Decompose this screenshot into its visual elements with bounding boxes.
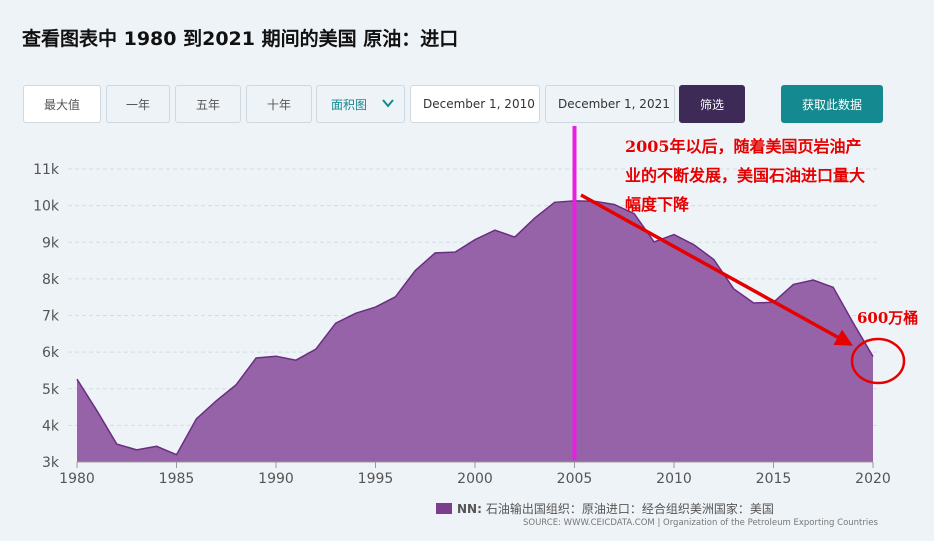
legend-series-label: 石油输出国组织：原油进口：经合组织美洲国家：美国	[485, 502, 774, 516]
x-tick-label: 1985	[159, 471, 195, 487]
legend: NN: 石油输出国组织：原油进口：经合组织美洲国家：美国	[436, 500, 774, 517]
y-tick-label: 5k	[42, 382, 60, 398]
y-tick-label: 9k	[42, 235, 60, 251]
annotation-note-line: 业的不断发展，美国石油进口量大	[625, 166, 865, 185]
y-tick-label: 8k	[42, 272, 60, 288]
x-tick-label: 1995	[358, 471, 394, 487]
y-tick-label: 11k	[33, 162, 60, 178]
x-tick-label: 1990	[258, 471, 294, 487]
annotation-note-line: 2005年以后，随着美国页岩油产	[625, 137, 862, 156]
y-axis-ticks: 3k 4k 5k 6k 7k 8k 9k 10k 11k	[33, 162, 60, 471]
annotation-circle-label: 600万桶	[857, 309, 918, 327]
y-tick-label: 6k	[42, 345, 60, 361]
annotation-note: 2005年以后，随着美国页岩油产业的不断发展，美国石油进口量大幅度下降	[625, 137, 865, 214]
y-tick-label: 10k	[33, 199, 60, 215]
y-tick-label: 4k	[42, 418, 60, 434]
y-tick-label: 3k	[42, 455, 60, 471]
x-tick-label: 2010	[656, 471, 692, 487]
chart: 3k 4k 5k 6k 7k 8k 9k 10k 11k 1980 1985 1990 1995 200…	[33, 126, 918, 487]
x-axis-ticks: 1980 1985 1990 1995 2000 2005 2010 2015 2020	[59, 461, 891, 487]
x-tick-label: 1980	[59, 471, 95, 487]
legend-series-code: NN:	[457, 501, 482, 516]
legend-swatch	[436, 503, 452, 514]
y-tick-label: 7k	[42, 309, 60, 325]
x-tick-label: 2020	[855, 471, 891, 487]
annotation-note-line: 幅度下降	[625, 195, 690, 214]
x-tick-label: 2015	[756, 471, 792, 487]
source-note: SOURCE: WWW.CEICDATA.COM | Organization …	[523, 518, 878, 528]
x-tick-label: 2005	[557, 471, 593, 487]
x-tick-label: 2000	[457, 471, 493, 487]
